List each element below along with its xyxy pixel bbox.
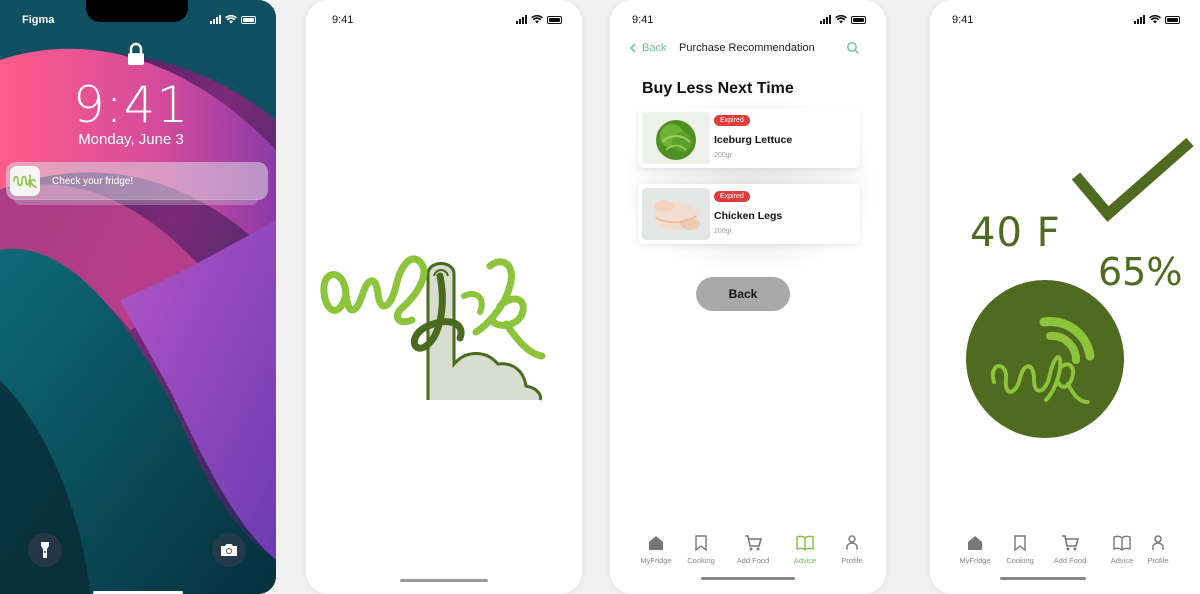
tab-label: Advice [1110, 556, 1134, 565]
tab-advice[interactable]: Advice [780, 534, 830, 565]
wifi-icon [225, 15, 237, 24]
notification-message: Check your fridge! [52, 175, 134, 187]
food-name: Iceburg Lettuce [714, 134, 793, 146]
camera-button[interactable] [212, 533, 246, 567]
purchase-recommendation-screen: 9:41 Back Purchase Recommendation Buy Le… [610, 0, 886, 594]
cart-icon [1062, 535, 1079, 551]
fridge-status-screen: 9:41 40 F 65% MyFridge Cooking Add Food … [930, 0, 1200, 594]
status-bar: 9:41 [306, 14, 582, 28]
tab-label: MyFridge [959, 556, 991, 565]
tab-bar: MyFridge Cooking Add Food Advice Profile [610, 534, 886, 570]
food-card[interactable]: Expired Chicken Legs 200gr [638, 184, 860, 244]
status-bar: 9:41 [610, 14, 886, 28]
status-time: 9:41 [632, 14, 654, 26]
tab-myfridge[interactable]: MyFridge [950, 534, 1000, 565]
lock-time: 9:41 [72, 76, 190, 134]
home-indicator [400, 579, 488, 582]
splash-screen: 9:41 [306, 0, 582, 594]
battery-icon [1165, 15, 1180, 24]
food-weight: 200gr [714, 152, 732, 159]
signal-icon [820, 15, 831, 24]
bookmark-icon [695, 535, 707, 552]
back-link-label: Back [642, 42, 667, 54]
battery-icon [241, 15, 256, 24]
lock-icon [128, 42, 144, 65]
page-title: Purchase Recommendation [679, 42, 815, 54]
status-time: 9:41 [332, 14, 354, 26]
home-icon [649, 536, 663, 550]
battery-icon [547, 15, 562, 24]
food-card[interactable]: Expired Iceburg Lettuce 200gr [638, 108, 860, 168]
camera-icon [221, 544, 237, 556]
battery-icon [851, 15, 866, 24]
tab-bar: MyFridge Cooking Add Food Advice Profile [930, 534, 1200, 570]
wifi-icon [835, 15, 847, 24]
tab-label: Cooking [687, 556, 715, 565]
expired-badge: Expired [714, 191, 750, 202]
nav-bar: Back Purchase Recommendation [610, 42, 886, 56]
search-icon[interactable] [846, 41, 860, 55]
tab-label: MyFridge [640, 556, 672, 565]
signal-icon [1134, 15, 1145, 24]
chevron-left-icon [630, 43, 636, 53]
temperature-reading: 40 F [970, 210, 1061, 256]
wifi-icon [1149, 15, 1161, 24]
person-icon [846, 535, 858, 550]
wifi-icon [531, 15, 543, 24]
status-bar: 9:41 [930, 14, 1200, 28]
signal-icon [516, 15, 527, 24]
lettuce-image [642, 112, 710, 164]
tab-label: Cooking [1006, 556, 1034, 565]
checkmark-icon [1072, 137, 1194, 222]
lock-screen: Figma 9:41 Monday, June 3 Check your fri… [0, 0, 276, 594]
status-time: 9:41 [952, 14, 974, 26]
tab-myfridge[interactable]: MyFridge [631, 534, 681, 565]
status-bar: Figma [0, 14, 276, 28]
tab-profile[interactable]: Profile [827, 534, 877, 565]
tab-cooking[interactable]: Cooking [995, 534, 1045, 565]
book-icon [1113, 535, 1131, 551]
app-logo-illustration [320, 255, 546, 401]
cart-icon [745, 535, 762, 551]
tab-label: Add Food [736, 556, 770, 565]
tab-label: Profile [1147, 556, 1169, 565]
home-icon [968, 536, 982, 550]
home-indicator [1000, 577, 1087, 580]
book-icon [796, 535, 814, 551]
flashlight-icon [41, 542, 49, 558]
carrier-label: Figma [22, 14, 55, 26]
signal-icon [210, 15, 221, 24]
person-icon [1152, 535, 1164, 550]
tab-label: Advice [793, 556, 817, 565]
back-link[interactable]: Back [630, 42, 666, 54]
tab-profile[interactable]: Profile [1133, 534, 1183, 565]
tab-cooking[interactable]: Cooking [676, 534, 726, 565]
back-button[interactable]: Back [696, 277, 790, 311]
tab-add-food[interactable]: Add Food [1045, 534, 1095, 565]
tab-add-food[interactable]: Add Food [728, 534, 778, 565]
app-logo-icon [10, 166, 40, 196]
tab-label: Add Food [1053, 556, 1087, 565]
expired-badge: Expired [714, 115, 750, 126]
section-heading: Buy Less Next Time [642, 80, 794, 97]
home-indicator [701, 577, 795, 580]
bookmark-icon [1014, 535, 1026, 552]
connected-logo-icon [966, 280, 1124, 438]
flashlight-button[interactable] [28, 533, 62, 567]
food-weight: 200gr [714, 228, 732, 235]
notification-card[interactable]: Check your fridge! [6, 162, 268, 200]
chicken-image [642, 188, 710, 240]
tab-label: Profile [841, 556, 863, 565]
screens-canvas: Figma 9:41 Monday, June 3 Check your fri… [0, 0, 1200, 594]
lock-date: Monday, June 3 [78, 131, 184, 148]
food-name: Chicken Legs [714, 210, 783, 222]
